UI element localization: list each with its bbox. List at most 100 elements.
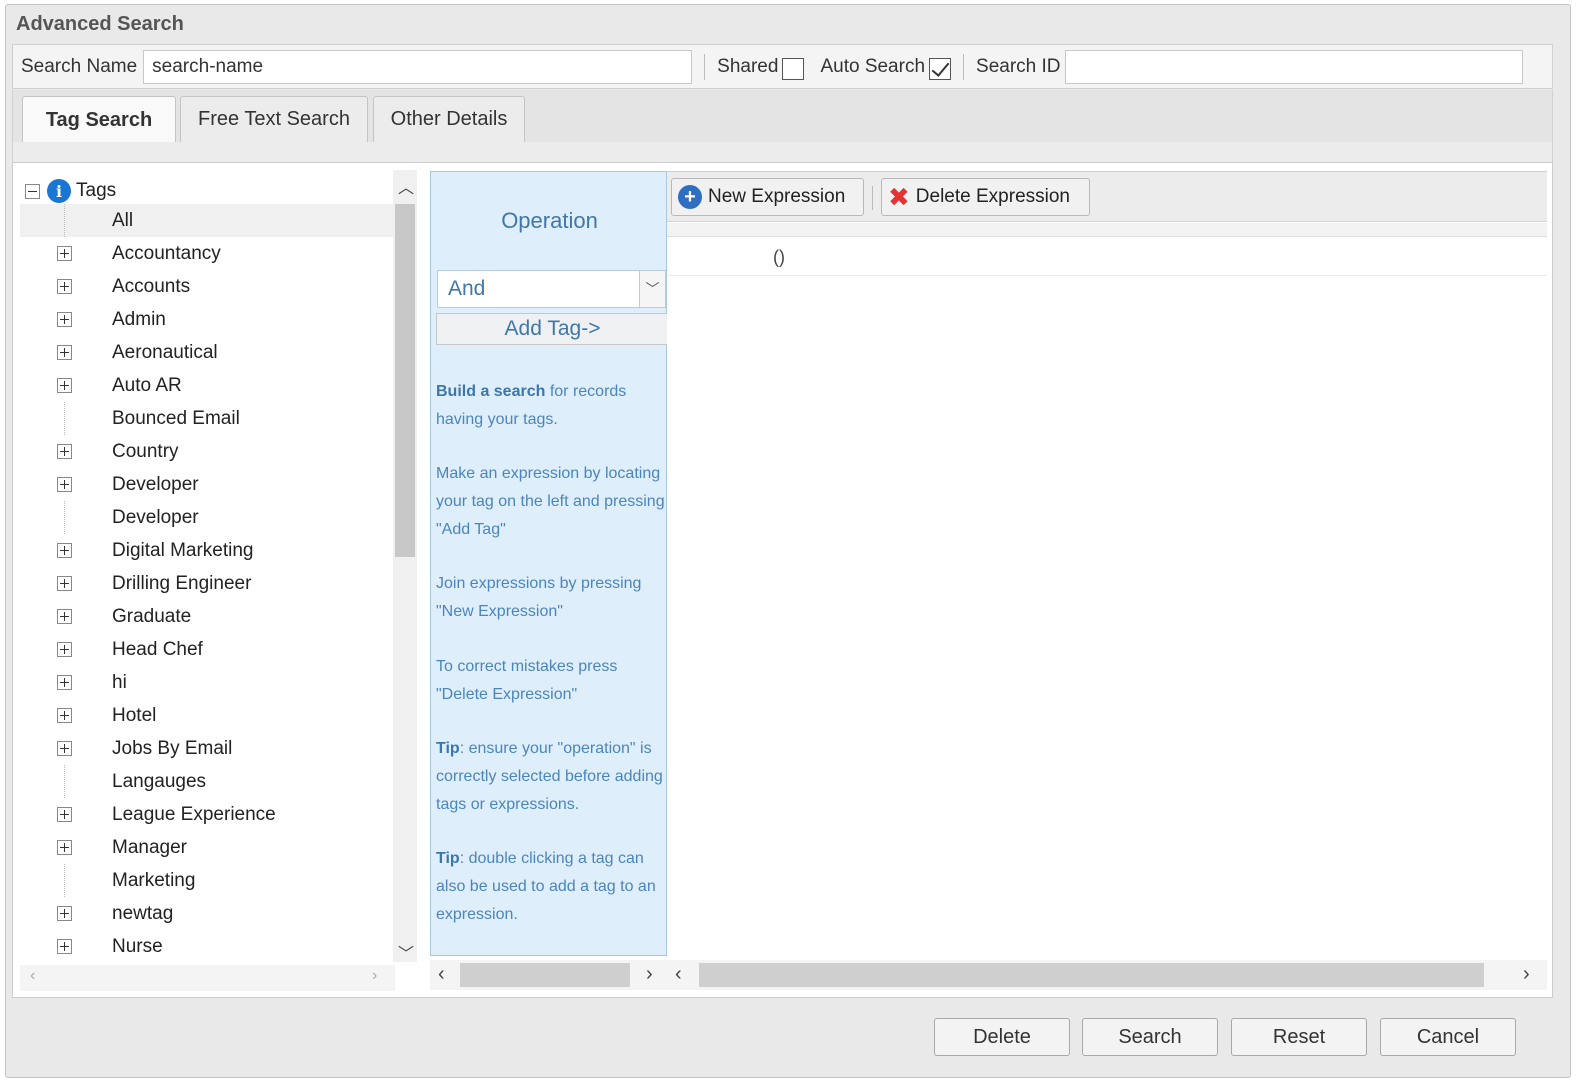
expression-horizontal-scrollbar[interactable]: ‹ ›	[667, 960, 1547, 990]
tree-horizontal-scrollbar[interactable]: ‹ ›	[20, 965, 395, 991]
search-row: Search Name Shared Auto Search Search ID	[12, 44, 1553, 89]
scroll-thumb[interactable]	[395, 204, 415, 557]
tree-item-label: Digital Marketing	[112, 539, 254, 561]
expand-icon[interactable]	[57, 378, 72, 393]
delete-button[interactable]: Delete	[934, 1018, 1070, 1056]
expand-icon[interactable]	[57, 642, 72, 657]
operation-select[interactable]: And ﹀	[437, 270, 666, 308]
tree-item[interactable]: Developer	[20, 468, 394, 501]
tree-item[interactable]: Accountancy	[20, 237, 394, 270]
cancel-button[interactable]: Cancel	[1380, 1018, 1516, 1056]
expression-text: ()	[773, 247, 785, 267]
auto-search-checkbox[interactable]	[929, 57, 952, 80]
expand-icon[interactable]	[57, 939, 72, 954]
tree-item[interactable]: All	[20, 204, 394, 237]
expand-icon[interactable]	[57, 807, 72, 822]
operation-selected-value: And	[448, 277, 486, 300]
delete-expression-button[interactable]: ✖ Delete Expression	[881, 178, 1090, 216]
expand-icon[interactable]	[57, 246, 72, 261]
scroll-right-icon[interactable]: ›	[646, 963, 653, 986]
tree-item[interactable]: Country	[20, 435, 394, 468]
expand-icon[interactable]	[57, 609, 72, 624]
tree-item-label: Aeronautical	[112, 341, 218, 363]
expand-icon[interactable]	[57, 345, 72, 360]
tree-item[interactable]: Head Chef	[20, 633, 394, 666]
shared-label: Shared	[717, 55, 779, 77]
tab-tag-search[interactable]: Tag Search	[22, 96, 176, 143]
tree-item-label: All	[112, 209, 134, 231]
reset-button[interactable]: Reset	[1231, 1018, 1367, 1056]
expand-icon[interactable]	[57, 279, 72, 294]
add-tag-button[interactable]: Add Tag->	[436, 313, 669, 345]
tree-vertical-scrollbar[interactable]: ︿ ﹀	[393, 170, 417, 964]
scroll-thumb[interactable]	[460, 963, 630, 987]
tree-item[interactable]: Nurse	[20, 930, 394, 963]
tree-item[interactable]: Manager	[20, 831, 394, 864]
tree-item[interactable]: Admin	[20, 303, 394, 336]
expand-icon[interactable]	[57, 840, 72, 855]
shared-checkbox[interactable]	[782, 57, 805, 80]
search-id-input[interactable]	[1064, 49, 1523, 84]
tree-item[interactable]: Marketing	[20, 864, 394, 897]
info-icon: i	[47, 179, 71, 203]
expand-icon[interactable]	[57, 675, 72, 690]
tree-item[interactable]: Graduate	[20, 600, 394, 633]
tree-item-label: Jobs By Email	[112, 737, 233, 759]
search-name-input[interactable]	[143, 49, 693, 84]
tree-item[interactable]: League Experience	[20, 798, 394, 831]
tree-item[interactable]: Developer	[20, 501, 394, 534]
tree-item[interactable]: Jobs By Email	[20, 732, 394, 765]
expand-icon[interactable]	[57, 477, 72, 492]
expand-icon[interactable]	[57, 906, 72, 921]
expression-grid-header	[667, 223, 1547, 237]
tree-item[interactable]: Bounced Email	[20, 402, 394, 435]
expand-icon[interactable]	[57, 543, 72, 558]
tree-item-label: hi	[112, 671, 127, 693]
scroll-thumb[interactable]	[699, 963, 1484, 987]
new-expression-button[interactable]: + New Expression	[671, 178, 864, 216]
tree-item[interactable]: Hotel	[20, 699, 394, 732]
plus-circle-icon: +	[678, 185, 702, 209]
collapse-icon[interactable]	[25, 183, 40, 199]
scroll-right-icon[interactable]: ›	[1523, 963, 1530, 986]
tree-root-label: Tags	[76, 180, 117, 201]
tree-item[interactable]: Langauges	[20, 765, 394, 798]
scroll-up-icon[interactable]: ︿	[398, 174, 414, 198]
search-button[interactable]: Search	[1082, 1018, 1218, 1056]
tab-other-details[interactable]: Other Details	[373, 96, 525, 142]
tree-item-label: Langauges	[112, 770, 207, 792]
expression-row[interactable]: ()	[667, 238, 1547, 276]
tree-item[interactable]: Auto AR	[20, 369, 394, 402]
tree-item-label: Nurse	[112, 935, 163, 957]
expand-icon[interactable]	[57, 312, 72, 327]
tree-item[interactable]: hi	[20, 666, 394, 699]
expand-icon[interactable]	[57, 576, 72, 591]
scroll-left-icon[interactable]: ‹	[438, 963, 445, 986]
scroll-left-icon[interactable]: ‹	[30, 967, 35, 985]
scroll-right-icon[interactable]: ›	[372, 967, 377, 985]
expand-icon[interactable]	[57, 444, 72, 459]
scroll-left-icon[interactable]: ‹	[675, 963, 682, 986]
operation-panel: Operation And ﹀ Add Tag-> Build a search…	[430, 171, 669, 956]
tree-item[interactable]: Aeronautical	[20, 336, 394, 369]
chevron-down-icon[interactable]: ﹀	[639, 271, 665, 307]
tree-item-label: Accountancy	[112, 242, 221, 264]
tree-item[interactable]: Digital Marketing	[20, 534, 394, 567]
tree-item-label: Head Chef	[112, 638, 203, 660]
tree-item[interactable]: newtag	[20, 897, 394, 930]
tab-bar: Tag Search Free Text Search Other Detail…	[12, 90, 1553, 143]
tree-item[interactable]: Drilling Engineer	[20, 567, 394, 600]
tree-item[interactable]: Accounts	[20, 270, 394, 303]
operation-horizontal-scrollbar[interactable]: ‹ ›	[430, 960, 667, 990]
expression-toolbar: + New Expression ✖ Delete Expression	[667, 172, 1547, 222]
toolbar-separator	[872, 186, 873, 210]
tree-item-label: Developer	[112, 506, 199, 528]
expand-icon[interactable]	[57, 741, 72, 756]
tree-root[interactable]: i Tags	[20, 178, 116, 204]
scroll-down-icon[interactable]: ﹀	[398, 940, 414, 964]
tree-item-label: Graduate	[112, 605, 192, 627]
tab-free-text-search[interactable]: Free Text Search	[180, 96, 368, 142]
new-expression-label: New Expression	[708, 186, 846, 207]
expand-icon[interactable]	[57, 708, 72, 723]
help-text-4: To correct mistakes press "Delete Expres…	[436, 658, 618, 703]
